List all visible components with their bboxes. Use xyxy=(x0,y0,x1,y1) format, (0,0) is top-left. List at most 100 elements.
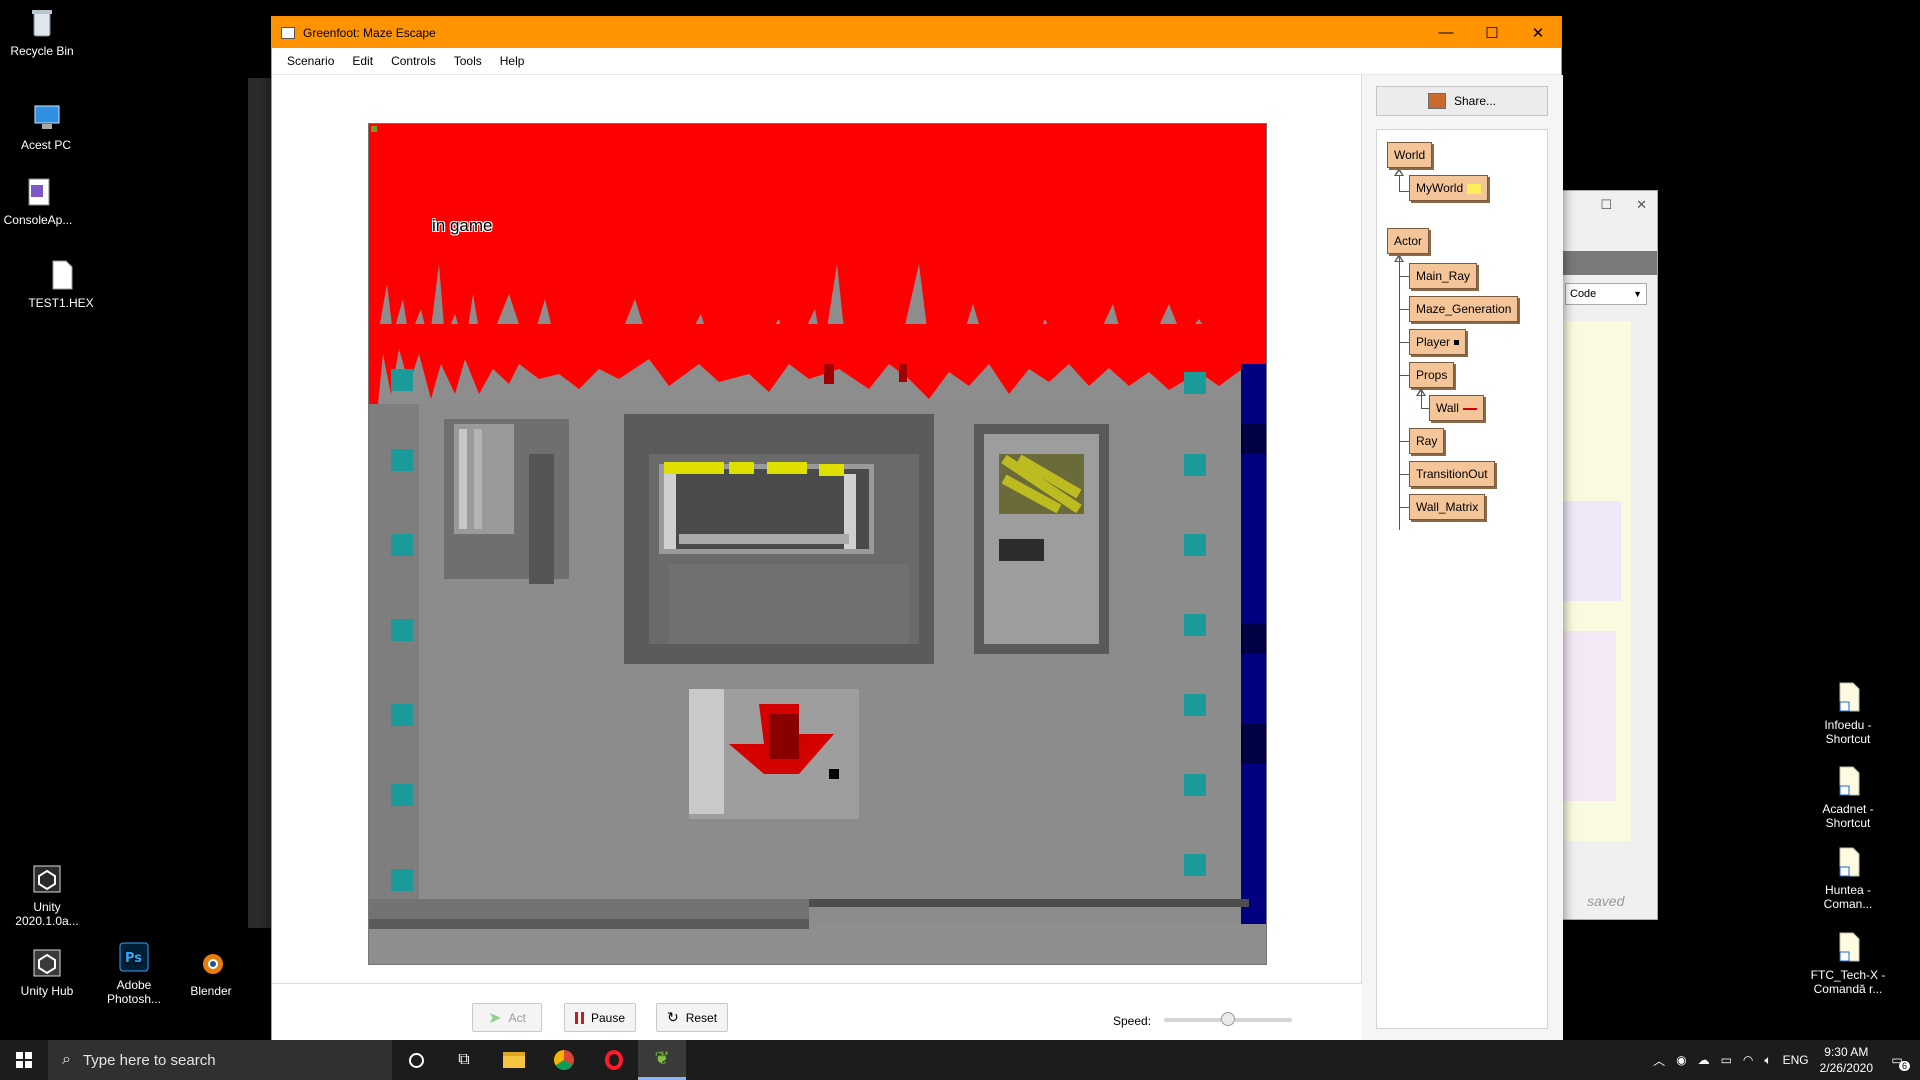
class-player[interactable]: Player xyxy=(1409,329,1467,355)
notification-button[interactable]: ▭ 6 xyxy=(1884,1053,1910,1071)
wifi-icon[interactable]: ◠ xyxy=(1743,1053,1753,1067)
pause-button[interactable]: Pause xyxy=(564,1003,636,1032)
task-view-button[interactable]: ⧉ xyxy=(440,1040,488,1080)
window-title: Greenfoot: Maze Escape xyxy=(303,25,436,40)
console-app-icon xyxy=(21,175,55,209)
windows-logo-icon xyxy=(16,1052,32,1068)
desktop-icon-unity-hub[interactable]: Unity Hub xyxy=(5,946,89,998)
desktop-icon-test1-hex[interactable]: TEST1.HEX xyxy=(19,258,103,310)
greenfoot-window: Greenfoot: Maze Escape — ☐ ✕ Scenario Ed… xyxy=(271,16,1563,1041)
recycle-bin-icon xyxy=(25,6,59,40)
class-ray[interactable]: Ray xyxy=(1409,428,1445,454)
share-button[interactable]: Share... xyxy=(1376,86,1548,116)
chevron-up-icon[interactable]: ︿ xyxy=(1653,1052,1665,1069)
wall-thumbnail-icon xyxy=(1462,407,1477,410)
menu-bar: Scenario Edit Controls Tools Help xyxy=(272,48,1561,75)
taskbar-chrome[interactable] xyxy=(540,1040,588,1080)
class-tree: World MyWorld Actor Main_Ray Maze_Genera… xyxy=(1376,129,1548,1029)
blender-icon xyxy=(194,946,228,980)
speed-slider-thumb[interactable] xyxy=(1221,1012,1235,1026)
chevron-down-icon: ▼ xyxy=(1633,289,1642,299)
greenfoot-app-icon xyxy=(281,26,295,39)
world-pane: in game xyxy=(272,75,1362,983)
start-button[interactable] xyxy=(0,1040,48,1080)
play-arrow-icon: ➤ xyxy=(488,1009,502,1027)
opera-icon xyxy=(605,1050,623,1070)
myworld-thumbnail-icon xyxy=(1467,183,1482,194)
speed-label: Speed: xyxy=(1113,1014,1152,1028)
desktop-icon-ftc-tech-x[interactable]: FTC_Tech-X - Comandă r... xyxy=(1806,930,1890,996)
desktop-icon-infoedu[interactable]: Infoedu - Shortcut xyxy=(1806,680,1890,746)
class-props[interactable]: Props xyxy=(1409,362,1455,388)
taskbar-greenfoot[interactable]: ❦ xyxy=(638,1040,686,1080)
cortana-icon xyxy=(408,1052,424,1068)
shortcut-icon xyxy=(1831,680,1865,714)
cloud-icon[interactable]: ☁ xyxy=(1698,1053,1710,1067)
battery-icon[interactable]: ▭ xyxy=(1721,1053,1732,1067)
player-thumbnail-icon xyxy=(1454,340,1460,346)
class-maze-generation[interactable]: Maze_Generation xyxy=(1409,296,1519,322)
desktop-icon-console-app[interactable]: ConsoleAp... xyxy=(0,175,80,227)
taskbar-file-explorer[interactable] xyxy=(490,1040,538,1080)
close-button[interactable]: ✕ xyxy=(1515,17,1561,48)
code-dropdown[interactable]: Code ▼ xyxy=(1565,283,1647,305)
task-view-icon: ⧉ xyxy=(458,1051,470,1068)
menu-controls[interactable]: Controls xyxy=(382,54,445,68)
speed-slider[interactable] xyxy=(1164,1012,1292,1026)
desktop-icon-huntea[interactable]: Huntea - Coman... xyxy=(1806,845,1890,911)
desktop-icon-this-pc[interactable]: Acest PC xyxy=(4,100,88,152)
shortcut-icon xyxy=(1831,930,1865,964)
act-button[interactable]: ➤ Act xyxy=(472,1003,542,1032)
save-status: saved xyxy=(1587,893,1625,909)
world-canvas[interactable]: in game xyxy=(368,123,1267,965)
game-scene xyxy=(369,124,1266,964)
world-overlay-text: in game xyxy=(432,216,493,235)
class-actor[interactable]: Actor xyxy=(1387,228,1430,254)
class-myworld[interactable]: MyWorld xyxy=(1409,175,1489,201)
unity-hub-icon xyxy=(30,946,64,980)
shortcut-icon xyxy=(1831,764,1865,798)
reset-icon: ↻ xyxy=(666,1009,679,1025)
minimize-icon: — xyxy=(1438,24,1454,41)
title-bar[interactable]: Greenfoot: Maze Escape — ☐ ✕ xyxy=(272,17,1561,48)
class-wall[interactable]: Wall xyxy=(1429,395,1484,421)
this-pc-icon xyxy=(29,100,63,134)
taskbar: ⌕ Type here to search ⧉ ❦ ︿ ◉ ☁ ▭ ◠ 🔈︎ E… xyxy=(0,1040,1920,1080)
cortana-button[interactable] xyxy=(392,1040,440,1080)
record-icon[interactable]: ◉ xyxy=(1676,1053,1686,1067)
desktop-icon-acadnet[interactable]: Acadnet - Shortcut xyxy=(1806,764,1890,830)
class-main-ray[interactable]: Main_Ray xyxy=(1409,263,1478,289)
maximize-button[interactable]: ☐ xyxy=(1469,17,1515,48)
class-diagram-pane: Share... World MyWorld Actor Main_Ray Ma… xyxy=(1362,75,1563,1041)
menu-help[interactable]: Help xyxy=(491,54,534,68)
language-indicator[interactable]: ENG xyxy=(1783,1053,1809,1067)
class-transition-out[interactable]: TransitionOut xyxy=(1409,461,1495,487)
desktop-icon-unity[interactable]: Unity 2020.1.0a... xyxy=(5,862,89,928)
minimize-button[interactable]: — xyxy=(1423,17,1469,48)
folder-icon xyxy=(503,1052,525,1068)
chrome-icon xyxy=(554,1050,574,1070)
class-world[interactable]: World xyxy=(1387,142,1433,168)
taskbar-opera[interactable] xyxy=(590,1040,638,1080)
notification-count: 6 xyxy=(1898,1061,1910,1071)
photoshop-icon: Ps xyxy=(117,940,151,974)
maximize-icon[interactable]: ☐ xyxy=(1600,197,1612,213)
taskbar-search[interactable]: ⌕ Type here to search xyxy=(48,1040,392,1080)
menu-scenario[interactable]: Scenario xyxy=(278,54,343,68)
file-icon xyxy=(44,258,78,292)
system-tray: ︿ ◉ ☁ ▭ ◠ 🔈︎ ENG 9:30 AM 2/26/2020 ▭ 6 xyxy=(1653,1040,1920,1080)
close-icon[interactable]: ✕ xyxy=(1636,197,1647,213)
desktop-icon-photoshop[interactable]: Ps Adobe Photosh... xyxy=(92,940,176,1006)
search-icon: ⌕ xyxy=(62,1051,71,1068)
menu-edit[interactable]: Edit xyxy=(343,54,382,68)
background-editor-window: ☐ ✕ Code ▼ saved xyxy=(1560,190,1658,920)
unity-icon xyxy=(30,862,64,896)
reset-button[interactable]: ↻ Reset xyxy=(656,1003,728,1032)
class-wall-matrix[interactable]: Wall_Matrix xyxy=(1409,494,1486,520)
volume-icon[interactable]: 🔈︎ xyxy=(1764,1053,1771,1068)
desktop-icon-blender[interactable]: Blender xyxy=(169,946,253,998)
desktop-icon-recycle-bin[interactable]: Recycle Bin xyxy=(0,6,84,58)
clock[interactable]: 9:30 AM 2/26/2020 xyxy=(1820,1044,1873,1076)
menu-tools[interactable]: Tools xyxy=(445,54,491,68)
svg-text:Ps: Ps xyxy=(125,951,142,966)
